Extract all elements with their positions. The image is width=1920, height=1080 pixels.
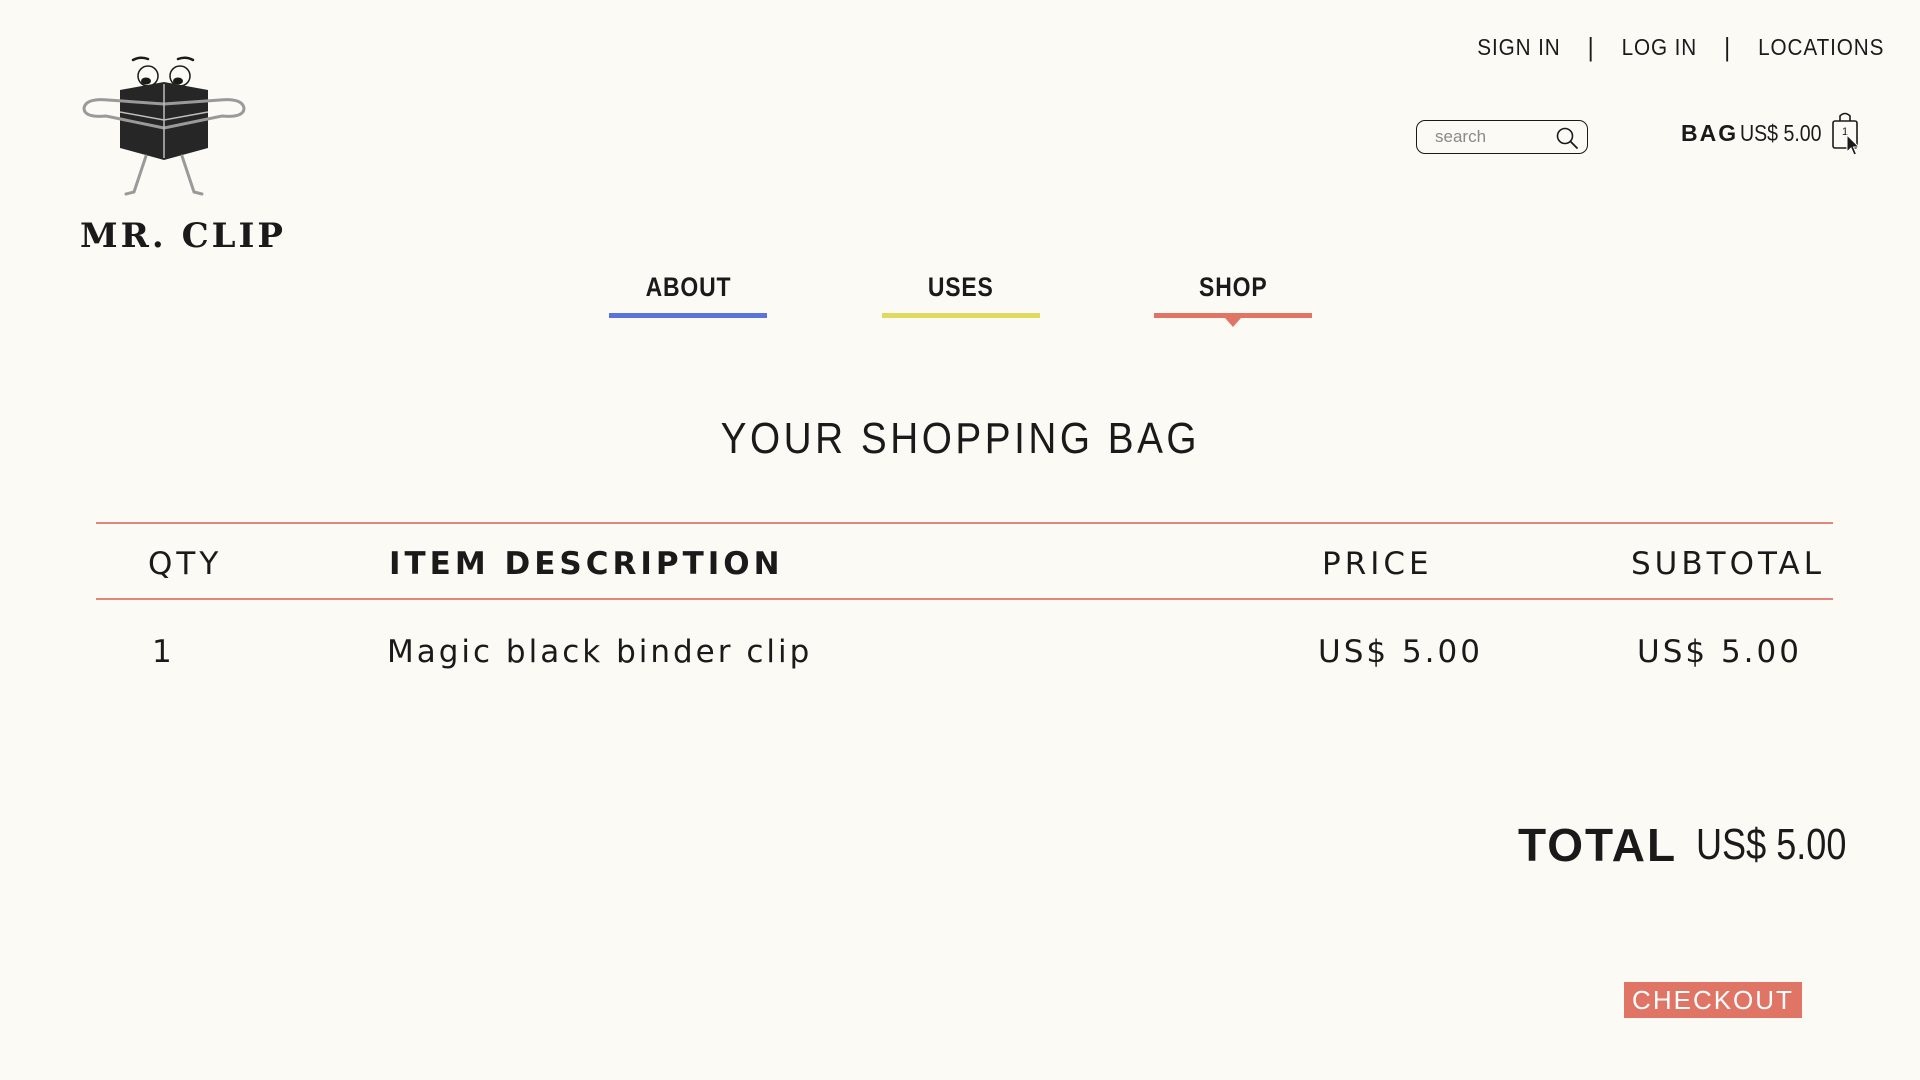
tab-about-underline	[609, 313, 767, 318]
search-box[interactable]	[1416, 120, 1588, 154]
log-in-link[interactable]: LOG IN	[1621, 34, 1697, 61]
bag-amount: US$ 5.00	[1740, 120, 1822, 146]
page-title: YOUR SHOPPING BAG	[0, 414, 1920, 464]
top-utility-nav: SIGN IN | LOG IN | LOCATIONS	[1477, 32, 1884, 63]
locations-link[interactable]: LOCATIONS	[1758, 34, 1884, 61]
bag-label[interactable]: BAG	[1681, 120, 1738, 147]
brand-name[interactable]: MR. CLIP	[80, 216, 286, 256]
row-subtotal: US$ 5.00	[1637, 634, 1802, 670]
table-header-rule	[96, 598, 1833, 600]
mr-clip-logo-icon[interactable]	[78, 54, 250, 202]
total-value: US$ 5.00	[1696, 820, 1847, 869]
search-input[interactable]	[1435, 127, 1553, 147]
row-item-description[interactable]: Magic black binder clip	[387, 634, 812, 670]
column-header-price: PRICE	[1322, 546, 1433, 582]
column-header-subtotal: SUBTOTAL	[1631, 546, 1825, 582]
nav-separator: |	[1723, 32, 1731, 62]
nav-separator: |	[1587, 32, 1595, 62]
page-title-text: YOUR SHOPPING BAG	[720, 414, 1200, 463]
tab-about-label: ABOUT	[645, 272, 731, 302]
mouse-cursor-icon	[1846, 134, 1861, 156]
row-qty[interactable]: 1	[152, 634, 175, 670]
tab-about[interactable]: ABOUT	[609, 272, 767, 318]
tab-shop[interactable]: SHOP	[1154, 272, 1312, 327]
column-header-qty: QTY	[148, 546, 223, 582]
tab-uses-underline	[882, 313, 1040, 318]
tab-uses[interactable]: USES	[882, 272, 1040, 318]
table-top-rule	[96, 522, 1833, 524]
checkout-button[interactable]: CHECKOUT	[1624, 982, 1802, 1018]
sign-in-link[interactable]: SIGN IN	[1477, 34, 1560, 61]
tab-uses-label: USES	[928, 272, 994, 302]
tab-shop-label: SHOP	[1198, 272, 1268, 302]
row-price: US$ 5.00	[1318, 634, 1483, 670]
column-header-item-description: ITEM DESCRIPTION	[389, 546, 784, 582]
total-label: TOTAL	[1518, 819, 1678, 871]
search-icon[interactable]	[1555, 126, 1579, 150]
active-tab-indicator	[1225, 318, 1241, 327]
